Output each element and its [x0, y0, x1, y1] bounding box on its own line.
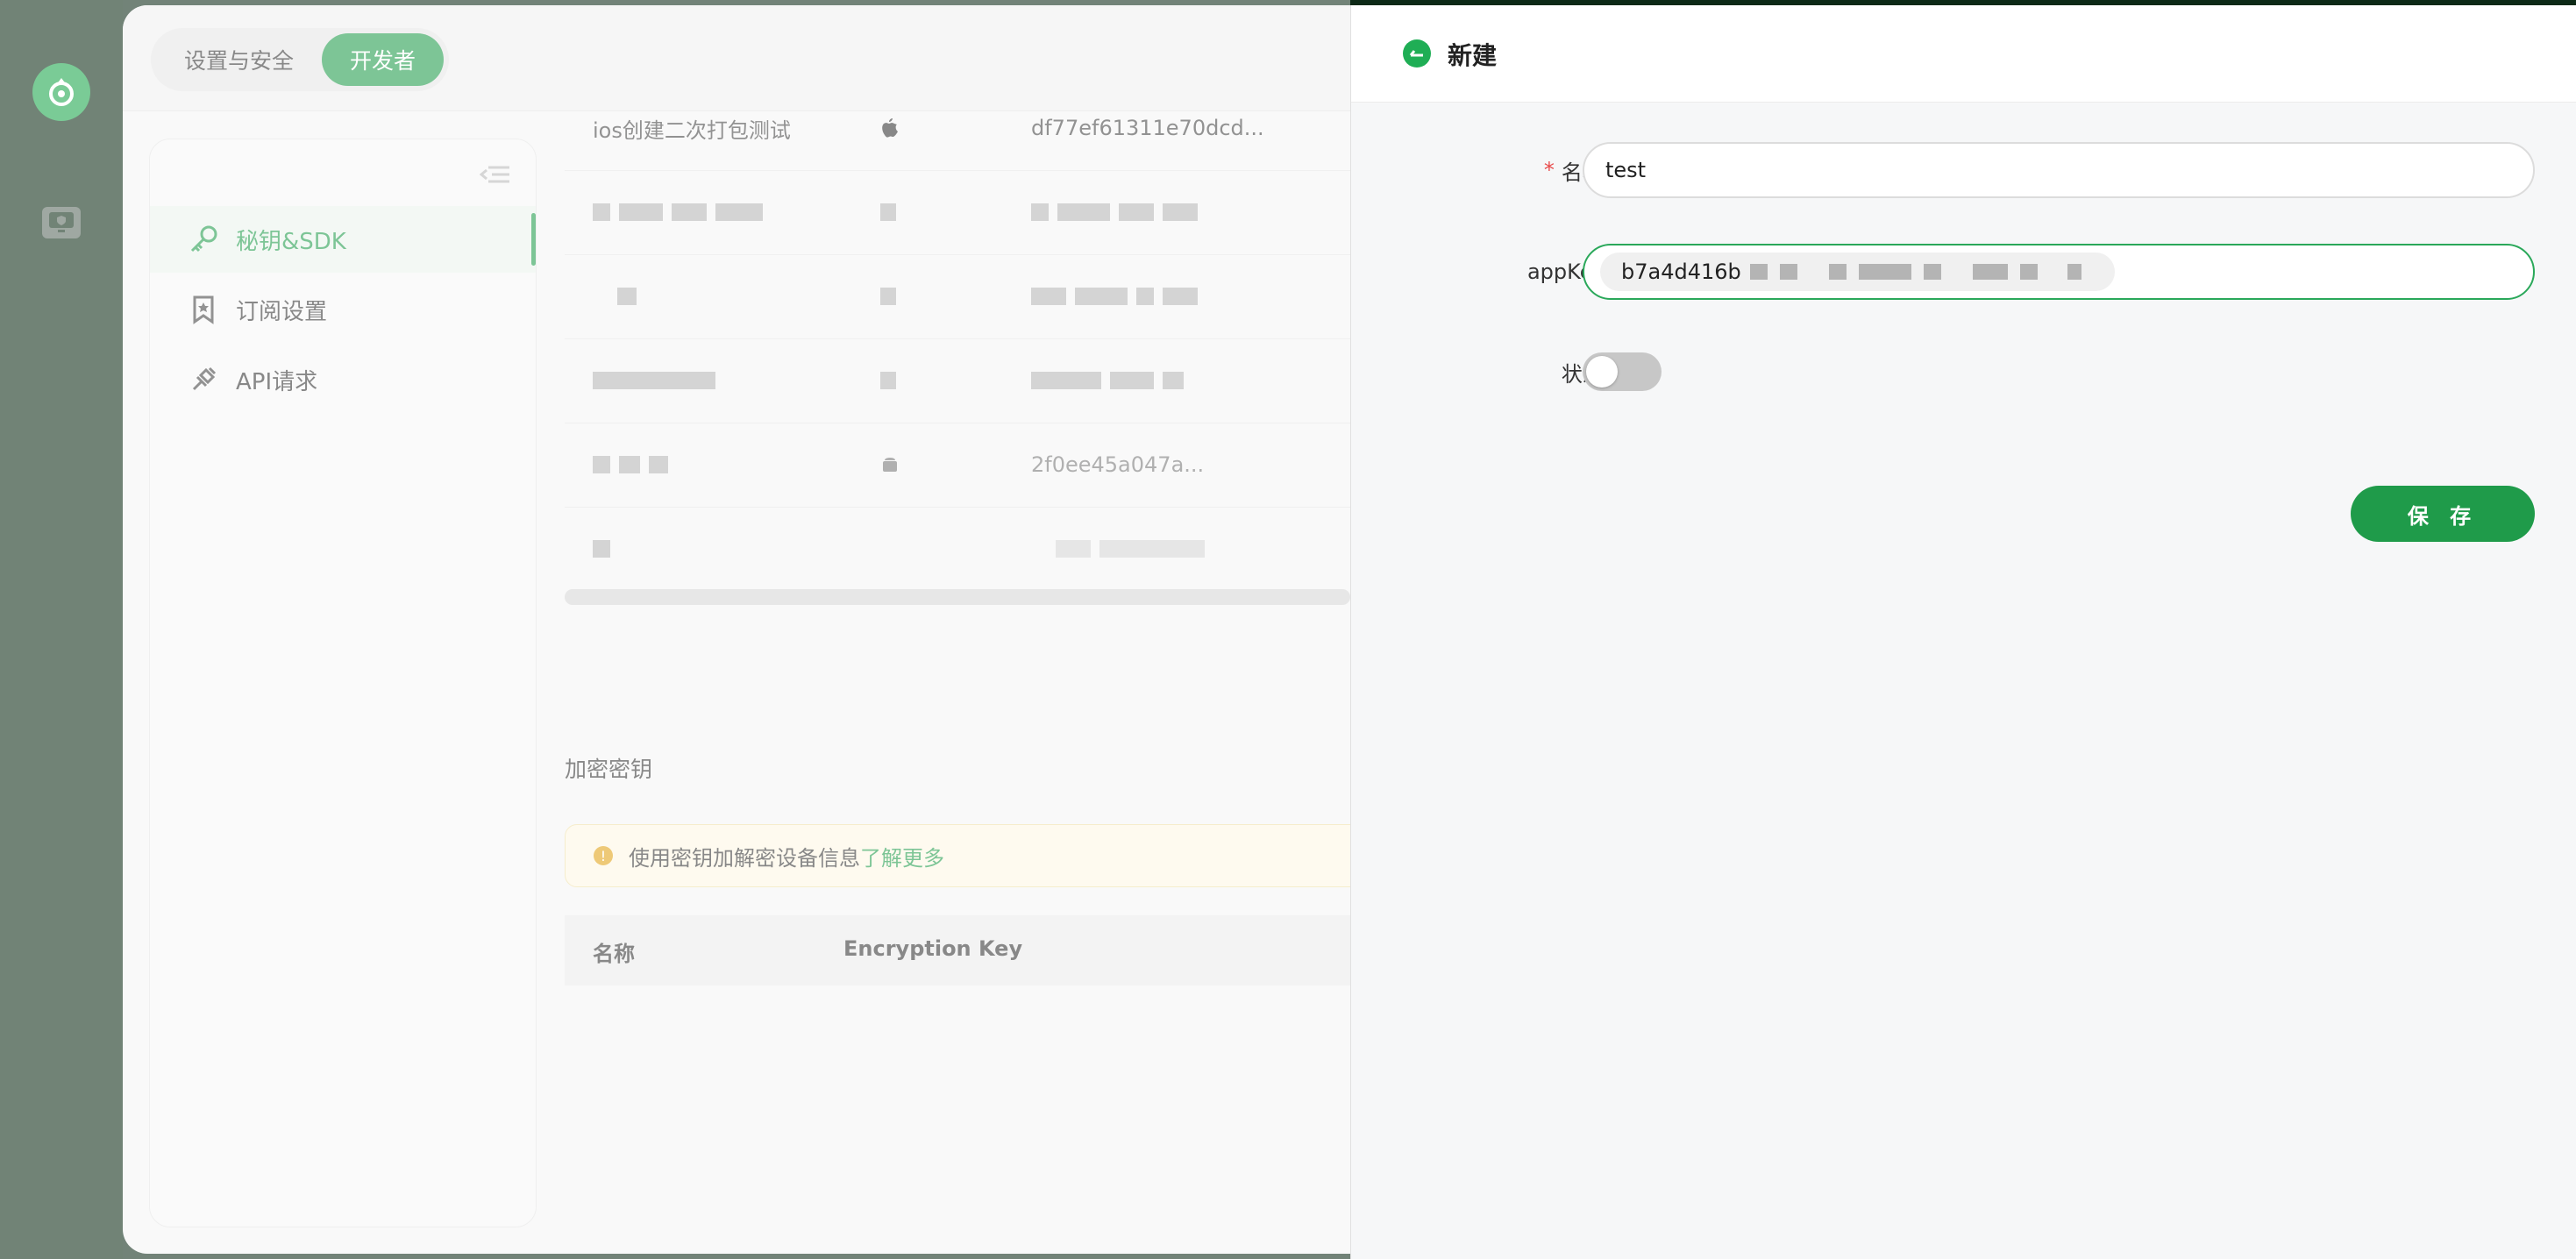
horizontal-scrollbar[interactable]	[565, 589, 1350, 605]
toggle-knob	[1586, 356, 1618, 388]
save-button[interactable]: 保 存	[2351, 486, 2535, 542]
column-name: 名称	[593, 942, 635, 966]
sidebar-item-label: API请求	[236, 368, 318, 395]
encryption-section-title: 加密密钥	[565, 757, 653, 782]
table-row[interactable]	[565, 338, 1350, 423]
table-row[interactable]	[565, 254, 1350, 339]
top-tabs: 设置与安全 开发者	[151, 28, 450, 91]
tab-settings-security[interactable]: 设置与安全	[156, 33, 322, 86]
required-asterisk: *	[1543, 158, 1555, 182]
table-row[interactable]: 2f0ee45a047a...	[565, 423, 1350, 508]
redacted-key	[1031, 338, 1192, 423]
monitor-shield-icon[interactable]	[42, 207, 81, 238]
app-key-cell: df77ef61311e70dcd...	[1031, 116, 1264, 140]
column-encryption-key: Encryption Key	[843, 936, 1023, 961]
sidebar-item-subscription[interactable]: 订阅设置	[150, 276, 536, 343]
redacted-name	[593, 507, 619, 591]
apps-table: ios创建二次打包测试 df77ef61311e70dcd... 2f0ee45…	[565, 110, 1350, 601]
tab-developer[interactable]: 开发者	[322, 33, 445, 86]
developer-sidebar: 秘钥&SDK 订阅设置 API请求	[149, 139, 537, 1227]
drawer-header: 新建	[1351, 5, 2576, 103]
appkey-value: b7a4d416b	[1600, 253, 2115, 291]
redacted-key	[1031, 170, 1206, 254]
drawer-title: 新建	[1448, 41, 1498, 70]
sidebar-item-keys-sdk[interactable]: 秘钥&SDK	[150, 206, 536, 273]
sidebar-item-api-requests[interactable]: API请求	[150, 346, 536, 413]
redacted-platform	[880, 338, 905, 423]
table-row[interactable]	[565, 507, 1350, 591]
redacted-name	[593, 423, 677, 507]
redacted-key	[1031, 254, 1206, 338]
link-plug-icon	[192, 366, 217, 391]
create-drawer: 新建 * 名称: test appKey: b7a4d416b 状态: 保 存	[1350, 5, 2576, 1259]
apple-icon	[880, 86, 900, 170]
table-row[interactable]: ios创建二次打包测试 df77ef61311e70dcd...	[565, 86, 1350, 171]
main-shell: 设置与安全 开发者 秘钥&SDK 订阅设置 API请求 ios创建二次打包测试 …	[123, 5, 1350, 1254]
app-name-cell: ios创建二次打包测试	[593, 117, 791, 143]
name-input[interactable]: test	[1583, 142, 2535, 198]
android-icon	[880, 423, 900, 507]
redacted-key	[1056, 507, 1213, 591]
bookmark-icon	[193, 295, 214, 324]
key-icon	[190, 225, 217, 253]
collapse-sidebar-icon[interactable]	[480, 164, 509, 185]
sidebar-item-label: 订阅设置	[236, 298, 328, 325]
app-rail	[0, 0, 123, 1259]
learn-more-link[interactable]: 了解更多	[860, 841, 944, 871]
warning-icon: !	[594, 846, 613, 865]
redacted-platform	[880, 170, 905, 254]
redacted-name	[617, 254, 645, 338]
alert-text: 使用密钥加解密设备信息	[629, 845, 860, 871]
sidebar-item-label: 秘钥&SDK	[236, 228, 346, 255]
redacted-platform	[880, 254, 905, 338]
app-key-cell: 2f0ee45a047a...	[1031, 452, 1205, 477]
appkey-input[interactable]: b7a4d416b	[1583, 244, 2535, 300]
encryption-info-alert: ! 使用密钥加解密设备信息 了解更多	[565, 824, 1350, 887]
redacted-name	[593, 338, 724, 423]
back-arrow-icon[interactable]	[1402, 39, 1432, 68]
status-toggle[interactable]	[1583, 352, 1662, 391]
app-logo-icon[interactable]	[32, 63, 90, 121]
encryption-table-header: 名称 Encryption Key	[565, 915, 1350, 985]
table-row[interactable]	[565, 170, 1350, 255]
redacted-name	[593, 170, 772, 254]
